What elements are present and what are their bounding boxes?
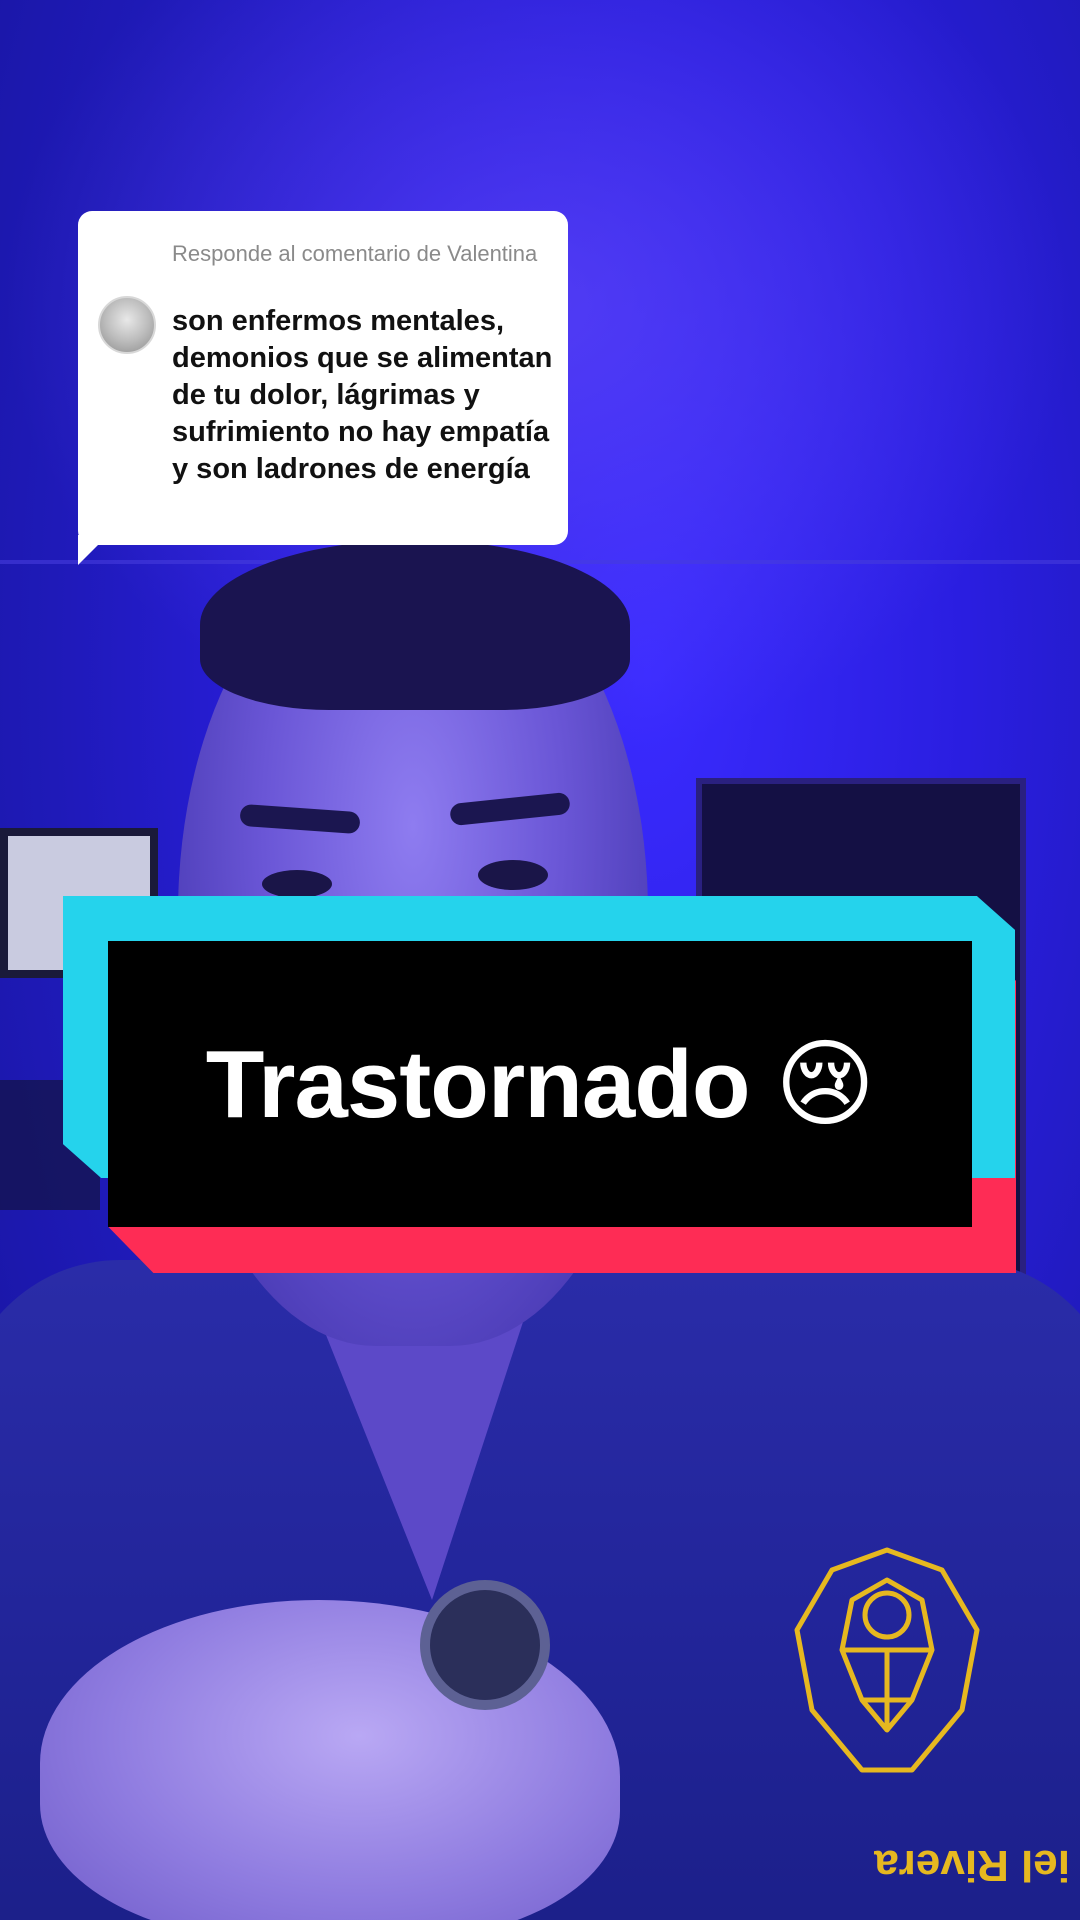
video-frame[interactable]: iel Rivera Responde al comentario de Val… [0,0,1080,1920]
caption-box: Trastornado 😢 [108,941,972,1227]
scrubs-embroidery-text: iel Rivera [874,1841,1070,1890]
caption-text: Trastornado 😢 [205,1031,876,1138]
person-right-eye [478,860,548,890]
person-hair [200,540,630,710]
person-left-eye [262,870,332,898]
lion-logo-icon [794,1547,980,1773]
comment-bubble-tail [78,535,108,565]
ring-object [420,1580,550,1710]
lion-avatar-icon[interactable] [98,296,156,354]
comment-text: son enfermos mentales, demonios que se a… [172,305,553,485]
reply-to-label: Responde al comentario de Valentina [172,241,538,266]
